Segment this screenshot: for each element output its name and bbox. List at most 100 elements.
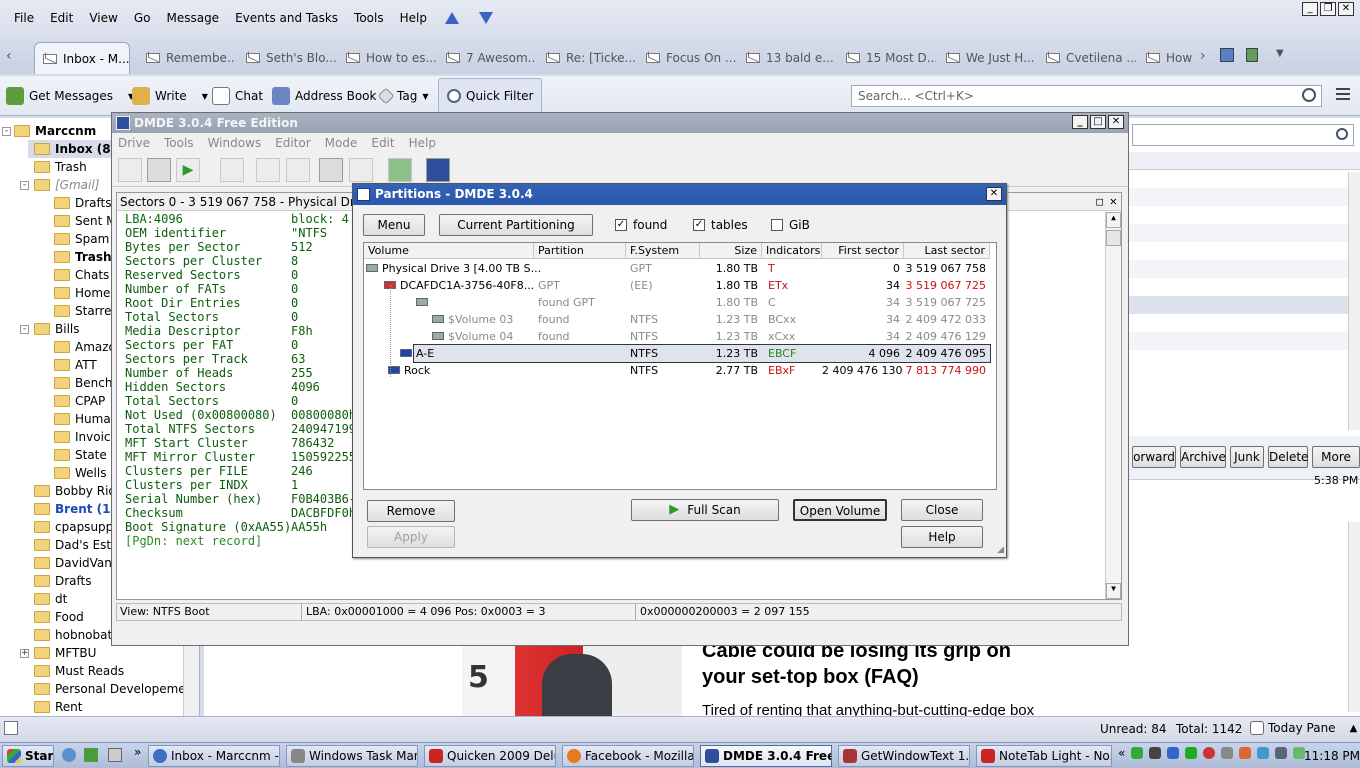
field-value[interactable]: 63 <box>291 352 305 366</box>
table-row[interactable] <box>1128 224 1348 242</box>
field-value[interactable]: 0 <box>291 282 298 296</box>
expand-icon[interactable]: + <box>20 648 29 658</box>
column-header-fsystem[interactable]: F.System <box>626 243 700 259</box>
tray-icon[interactable] <box>1167 747 1180 759</box>
menu-help[interactable]: Help <box>409 136 436 150</box>
folder-item[interactable]: - Bills <box>20 320 80 338</box>
file-panel-icon[interactable] <box>220 158 244 182</box>
tag-button[interactable]: Tag ▼ <box>377 84 428 108</box>
tab-message[interactable]: 13 bald e... <box>746 42 836 74</box>
minimize-icon[interactable]: _ <box>1072 115 1088 129</box>
open-volume-button[interactable]: Open Volume <box>793 499 887 521</box>
folder-item[interactable]: Trash <box>34 158 87 176</box>
menu-editor[interactable]: Editor <box>275 136 311 150</box>
tray-icon[interactable] <box>1257 747 1270 759</box>
volume-row[interactable]: Rock NTFS 2.77 TB EBxF 2 409 476 130 7 813 77… <box>364 362 996 379</box>
folder-item[interactable]: dt <box>34 590 67 608</box>
field-value[interactable]: 150592255 <box>291 450 356 464</box>
quick-filter-button[interactable]: Quick Filter <box>438 78 543 114</box>
play-icon[interactable]: ▶ <box>176 158 200 182</box>
table-row[interactable] <box>1128 296 1348 314</box>
field-value[interactable]: 0 <box>291 394 298 408</box>
menu-message[interactable]: Message <box>158 0 227 36</box>
field-value[interactable]: 1 <box>291 478 298 492</box>
folder-item[interactable]: - Marccnm <box>2 122 96 140</box>
taskbar-item[interactable]: Quicken 2009 Delux... <box>424 745 556 767</box>
tab-message[interactable]: Seth's Blo... <box>246 42 336 74</box>
tab-message[interactable]: We Just H... <box>946 42 1036 74</box>
detail-view-icon[interactable] <box>286 158 310 182</box>
tray-icon[interactable] <box>1221 747 1234 759</box>
menu-drive[interactable]: Drive <box>118 136 150 150</box>
up-arrow-icon[interactable] <box>444 12 459 24</box>
tab-inbox[interactable]: Inbox - M... <box>34 42 130 74</box>
taskbar-item[interactable]: Facebook - Mozilla ... <box>562 745 694 767</box>
chat-button[interactable]: Chat <box>212 84 263 108</box>
tab-message[interactable]: 15 Most D... <box>846 42 936 74</box>
search-input[interactable]: Search... <Ctrl+K> <box>851 85 1322 107</box>
list-view-icon[interactable] <box>256 158 280 182</box>
found-checkbox[interactable]: ✓ found <box>615 218 667 232</box>
table-row[interactable] <box>1128 332 1348 350</box>
forward-button[interactable]: orward <box>1132 446 1176 468</box>
maximize-icon[interactable]: □ <box>1090 115 1106 129</box>
app-icon[interactable] <box>84 748 98 762</box>
volume-row[interactable]: $Volume 03 found NTFS 1.23 TB BCxx 34 2 409 47… <box>364 311 996 328</box>
folder-item[interactable]: Personal Developement <box>34 680 198 698</box>
volume-row[interactable]: Physical Drive 3 [4.00 TB S... GPT 1.80 TB… <box>364 260 996 277</box>
tab-message[interactable]: Re: [Ticke... <box>546 42 636 74</box>
field-value[interactable]: 0 <box>291 338 298 352</box>
field-value[interactable]: 00800080h <box>291 408 356 422</box>
junk-button[interactable]: Junk <box>1230 446 1264 468</box>
quick-filter-input[interactable] <box>1132 124 1354 146</box>
table-row[interactable] <box>1128 260 1348 278</box>
field-value[interactable]: F0B403B6- <box>291 492 356 506</box>
today-pane-toggle[interactable]: Today Pane ▲ <box>1250 721 1357 735</box>
menu-file[interactable]: File <box>6 0 42 36</box>
field-value[interactable]: 246 <box>291 464 313 478</box>
activity-icon[interactable] <box>4 721 18 735</box>
column-header-indicators[interactable]: Indicators <box>762 243 822 259</box>
column-header-partition[interactable]: Partition <box>534 243 626 259</box>
chevron-down-icon[interactable]: ▼ <box>422 92 428 101</box>
scroll-down-icon[interactable]: ▼ <box>1106 583 1121 599</box>
tray-icon[interactable] <box>1149 747 1162 759</box>
close-icon[interactable]: ✕ <box>986 187 1002 201</box>
menu-edit[interactable]: Edit <box>371 136 394 150</box>
panel-maximize-icon[interactable]: □ <box>1096 195 1103 208</box>
scrollbar[interactable] <box>1348 522 1360 712</box>
chevron-down-icon[interactable]: ▼ <box>1276 48 1284 59</box>
menu-mode[interactable]: Mode <box>325 136 358 150</box>
write-button[interactable]: Write ▼ <box>132 84 208 108</box>
app-icon[interactable] <box>108 748 122 762</box>
app-menu-icon[interactable] <box>1336 88 1350 100</box>
tables-checkbox[interactable]: ✓ tables <box>693 218 748 232</box>
tab-message[interactable]: Focus On ... <box>646 42 736 74</box>
chevron-down-icon[interactable]: ▼ <box>202 92 208 101</box>
drive-icon[interactable] <box>118 158 142 182</box>
field-value[interactable]: 4096 <box>291 380 320 394</box>
taskbar-item[interactable]: DMDE 3.0.4 Free ... <box>700 745 832 767</box>
folder-item[interactable]: Drafts <box>54 194 112 212</box>
field-value[interactable]: 0 <box>291 296 298 310</box>
folder-item[interactable]: Chats <box>54 266 109 284</box>
folder-item[interactable]: Starred <box>54 302 119 320</box>
field-value[interactable]: F8h <box>291 324 313 338</box>
close-icon[interactable]: ✕ <box>1338 2 1354 16</box>
checkbox-icon[interactable] <box>771 219 783 231</box>
address-book-button[interactable]: Address Book <box>272 84 376 108</box>
tab-list-icon[interactable] <box>1220 48 1234 62</box>
tab-message[interactable]: Remembe... <box>146 42 236 74</box>
expand-icon[interactable]: - <box>20 324 29 334</box>
folder-item[interactable]: - [Gmail] <box>20 176 99 194</box>
folder-item[interactable]: Rent <box>34 698 83 716</box>
field-value[interactable]: DACBFDF0h <box>291 506 356 520</box>
help-button[interactable]: Help <box>901 526 983 548</box>
scrollbar[interactable] <box>1348 172 1360 430</box>
tab-message[interactable]: 7 Awesom... <box>446 42 536 74</box>
menu-edit[interactable]: Edit <box>42 0 81 36</box>
full-scan-button[interactable]: ▶ Full Scan <box>631 499 779 521</box>
article-title-line2[interactable]: your set-top box (FAQ) <box>702 666 919 689</box>
folder-item[interactable]: Food <box>34 608 84 626</box>
expand-icon[interactable]: - <box>20 180 29 190</box>
